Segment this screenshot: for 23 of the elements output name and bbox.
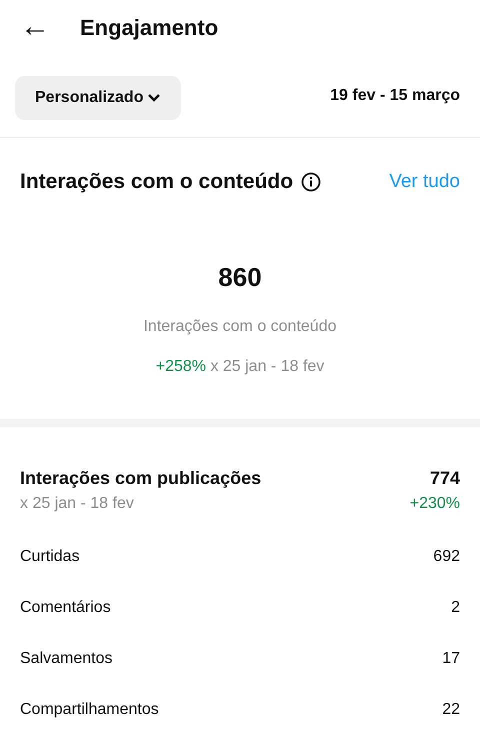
metric-label: Comentários — [20, 598, 111, 618]
page-title: Engajamento — [80, 14, 218, 42]
back-button[interactable]: ← — [20, 12, 50, 42]
chevron-down-icon — [147, 93, 162, 103]
info-icon[interactable] — [301, 172, 322, 192]
date-range: 19 fev - 15 março — [330, 86, 460, 106]
metric-label: Interações com o conteúdo — [142, 316, 338, 336]
section-title: Interações com o conteúdo — [20, 169, 294, 195]
total-count: 860 — [217, 260, 263, 294]
metric-value: 17 — [442, 649, 460, 669]
period-dropdown[interactable]: Personalizado — [15, 76, 182, 120]
metric-value: 2 — [451, 598, 460, 618]
metric-label: Curtidas — [20, 547, 80, 567]
metric-value: 22 — [442, 700, 460, 720]
comparison-period: x 25 jan - 18 fev — [20, 494, 134, 514]
change-percent: +258% — [156, 358, 206, 374]
metric-label: Compartilhamentos — [20, 700, 159, 720]
comparison-period: x 25 jan - 18 fev — [210, 358, 324, 374]
metric-value: 692 — [433, 547, 460, 567]
metric-label: Salvamentos — [20, 649, 112, 669]
change-percent: +230% — [410, 494, 460, 514]
section-title: Interações com publicações — [20, 466, 262, 490]
total-count: 774 — [430, 466, 460, 490]
